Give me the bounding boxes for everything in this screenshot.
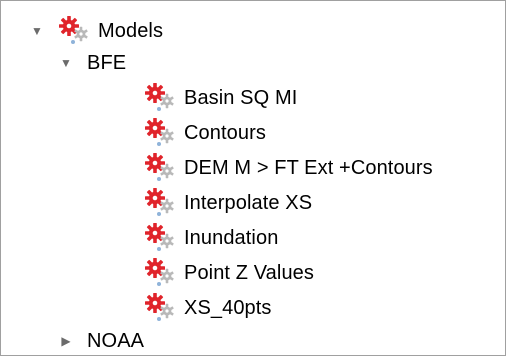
tree-item-label: DEM M > FT Ext +Contours (184, 156, 433, 179)
tree-item-inundation[interactable]: Inundation (144, 220, 278, 256)
tree-item-label: Point Z Values (184, 261, 314, 284)
tree-node-bfe[interactable]: ▼ BFE (59, 45, 126, 81)
expand-arrow-right-icon[interactable]: ▶ (59, 334, 73, 348)
tree-item-point-z-values[interactable]: Point Z Values (144, 255, 314, 291)
tree-item-contours[interactable]: Contours (144, 115, 266, 151)
tree-item-label: Inundation (184, 226, 279, 249)
expand-arrow-down-icon[interactable]: ▼ (30, 24, 44, 38)
tree-item-label: Interpolate XS (184, 191, 313, 214)
tree-item-basin-sq-mi[interactable]: Basin SQ MI (144, 80, 297, 116)
tree-node-noaa[interactable]: ▶ NOAA (59, 323, 144, 359)
model-gear-icon (144, 83, 178, 113)
model-gear-icon (144, 223, 178, 253)
tree-node-label: Models (98, 19, 164, 42)
tree-item-label: XS_40pts (184, 296, 272, 319)
tree-item-label: Contours (184, 121, 266, 144)
models-tree-panel: ▼ Models ▼ BFE Basin SQ MI Contours DEM … (0, 0, 506, 356)
model-gear-icon (144, 118, 178, 148)
tree-item-dem-m-ft-ext-contours[interactable]: DEM M > FT Ext +Contours (144, 150, 433, 186)
expand-arrow-down-icon[interactable]: ▼ (59, 56, 73, 70)
tree-item-xs-40pts[interactable]: XS_40pts (144, 290, 272, 326)
tree-node-label: BFE (87, 51, 127, 74)
tree-node-models[interactable]: ▼ Models (30, 13, 163, 49)
model-gear-icon (144, 188, 178, 218)
model-gear-icon (144, 258, 178, 288)
tree-item-interpolate-xs[interactable]: Interpolate XS (144, 185, 312, 221)
tree-node-label: NOAA (87, 329, 145, 352)
model-gear-icon (144, 293, 178, 323)
tree-item-label: Basin SQ MI (184, 86, 298, 109)
model-gear-icon (58, 16, 92, 46)
model-gear-icon (144, 153, 178, 183)
